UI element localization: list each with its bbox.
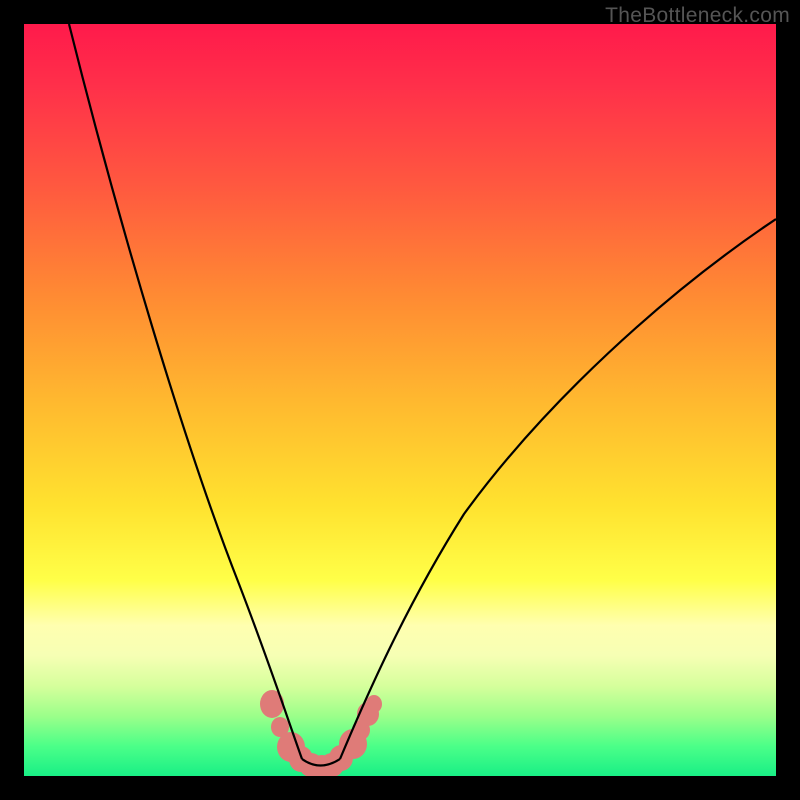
curve-left — [69, 24, 302, 759]
watermark-text: TheBottleneck.com — [605, 4, 790, 28]
curve-right — [340, 219, 776, 759]
bottleneck-plot — [24, 24, 776, 776]
chart-frame — [24, 24, 776, 776]
blob-12 — [366, 695, 382, 713]
